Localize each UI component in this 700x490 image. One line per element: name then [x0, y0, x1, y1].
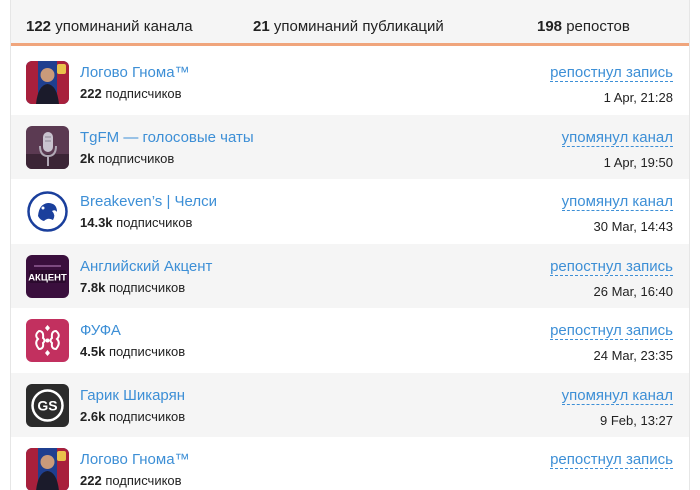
subscribers-label: подписчиков: [108, 279, 186, 295]
subscribers-count: 4.5k подписчиков: [80, 344, 185, 359]
gs-logo-text: GS: [37, 397, 57, 413]
subscribers-number: 2.6k: [80, 408, 106, 424]
subscribers-label: подписчиков: [105, 473, 182, 488]
timestamp: 30 Mar, 14:43: [593, 219, 674, 234]
chelsea-lion-avatar[interactable]: [26, 190, 69, 233]
list-item: Breakeven’s | Челси 14.3k подписчиков уп…: [11, 179, 689, 244]
reposts-label: репостов: [566, 18, 630, 35]
list-item: GS Гарик Шикарян 2.6k подписчиков упомян…: [11, 372, 689, 437]
subscribers-number: 2k: [80, 150, 95, 166]
action-link[interactable]: репостнул запись: [550, 258, 673, 276]
subscribers-number: 4.5k: [80, 344, 106, 359]
action-link[interactable]: репостнул запись: [550, 323, 673, 340]
subscribers-label: подписчиков: [108, 344, 186, 359]
subscribers-count: 2.6k подписчиков: [80, 409, 185, 424]
subscribers-number: 7.8k: [80, 279, 106, 295]
list-item: АКЦЕНТ Английский Акцент 7.8k подписчико…: [11, 243, 689, 308]
subscribers-number: 14.3k: [80, 215, 113, 230]
post-mentions-count: 21: [253, 18, 270, 35]
subscribers-label: подписчиков: [105, 86, 182, 101]
list-item: Логово Гнома™ 222 подписчиков репостнул …: [11, 437, 689, 490]
channel-name-link[interactable]: Английский Акцент: [80, 258, 212, 275]
subscribers-count: 7.8k подписчиков: [80, 280, 185, 295]
timestamp: 1 Apr, 19:50: [603, 154, 673, 170]
mentions-list: Логово Гнома™ 222 подписчиков репостнул …: [11, 50, 689, 490]
stats-bar: 122 упоминаний канала 21 упоминаний публ…: [11, 0, 689, 46]
microphone-avatar[interactable]: [26, 125, 69, 169]
gs-logo-avatar[interactable]: GS: [26, 383, 69, 427]
subscribers-label: подписчиков: [98, 150, 175, 166]
reposts-stat: 198 репостов: [537, 18, 630, 35]
action-link[interactable]: репостнул запись: [550, 65, 673, 82]
list-item: ФУФА 4.5k подписчиков репостнул запись 2…: [11, 308, 689, 373]
post-mentions-label: упоминаний публикаций: [273, 18, 444, 35]
gnome-channel-avatar[interactable]: [26, 448, 69, 490]
subscribers-count: 222 подписчиков: [80, 86, 182, 101]
subscribers-number: 222: [80, 473, 102, 488]
subscribers-label: подписчиков: [108, 408, 186, 424]
gnome-channel-avatar[interactable]: [26, 61, 69, 104]
fufa-logo-avatar[interactable]: [26, 319, 69, 362]
channel-mentions-count: 122: [26, 18, 52, 35]
channel-name-link[interactable]: Breakeven’s | Челси: [80, 193, 217, 210]
list-item: TgFM — голосовые чаты 2k подписчиков упо…: [11, 114, 689, 179]
action-link[interactable]: репостнул запись: [550, 452, 673, 469]
channel-name-link[interactable]: Гарик Шикарян: [80, 387, 185, 404]
channel-name-link[interactable]: TgFM — голосовые чаты: [80, 129, 254, 146]
mentions-panel: 122 упоминаний канала 21 упоминаний публ…: [10, 0, 690, 490]
list-item: Логово Гнома™ 222 подписчиков репостнул …: [11, 50, 689, 115]
akcent-logo-avatar[interactable]: АКЦЕНТ: [26, 254, 69, 298]
reposts-count: 198: [537, 18, 563, 35]
timestamp: 24 Mar, 23:35: [593, 348, 674, 363]
channel-name-link[interactable]: Логово Гнома™: [80, 451, 190, 468]
channel-name-link[interactable]: ФУФА: [80, 322, 121, 339]
post-mentions-stat: 21 упоминаний публикаций: [253, 18, 444, 35]
timestamp: 1 Apr, 21:28: [603, 90, 673, 105]
action-link[interactable]: упомянул канал: [561, 129, 673, 147]
subscribers-number: 222: [80, 86, 102, 101]
channel-mentions-stat: 122 упоминаний канала: [26, 18, 193, 35]
action-link[interactable]: упомянул канал: [561, 194, 673, 211]
timestamp: 26 Mar, 16:40: [593, 283, 674, 299]
subscribers-label: подписчиков: [116, 215, 193, 230]
channel-name-link[interactable]: Логово Гнома™: [80, 64, 190, 81]
akcent-logo-text: АКЦЕНТ: [28, 272, 67, 283]
channel-mentions-label: упоминаний канала: [55, 18, 193, 35]
subscribers-count: 14.3k подписчиков: [80, 215, 192, 230]
action-link[interactable]: упомянул канал: [561, 387, 673, 405]
subscribers-count: 222 подписчиков: [80, 473, 182, 488]
timestamp: 9 Feb, 13:27: [600, 412, 673, 428]
subscribers-count: 2k подписчиков: [80, 151, 174, 166]
